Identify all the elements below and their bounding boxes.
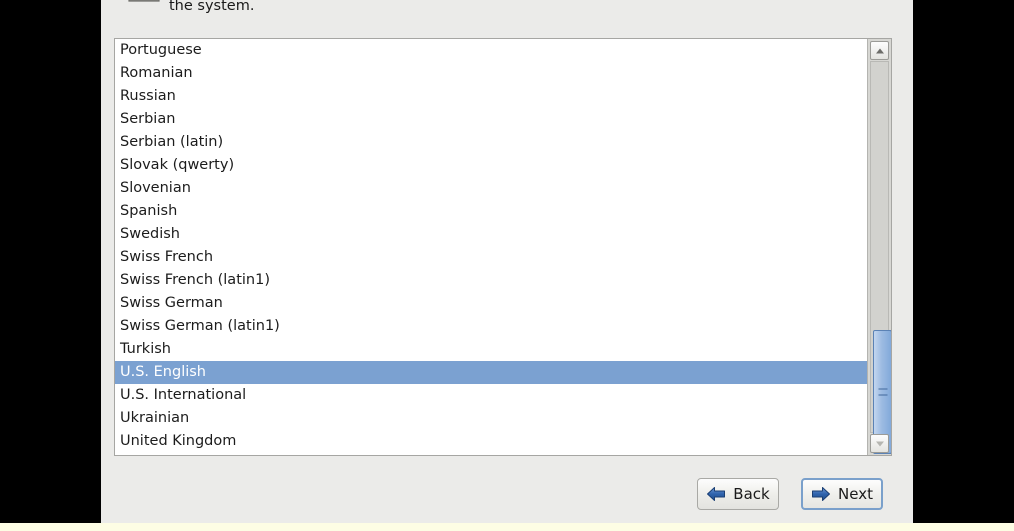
list-item[interactable]: Turkish: [115, 338, 869, 361]
list-item[interactable]: Serbian: [115, 108, 869, 131]
list-item[interactable]: Spanish: [115, 200, 869, 223]
list-item[interactable]: Russian: [115, 85, 869, 108]
arrow-left-icon: [707, 487, 726, 501]
header-description: the system.: [169, 0, 255, 14]
list-item[interactable]: U.S. International: [115, 384, 869, 407]
next-button[interactable]: Next: [801, 478, 883, 510]
list-item[interactable]: United Kingdom: [115, 430, 869, 453]
list-item[interactable]: Slovenian: [115, 177, 869, 200]
list-scrollbar[interactable]: [867, 39, 891, 455]
list-item[interactable]: Swiss German (latin1): [115, 315, 869, 338]
back-button-label: Back: [733, 484, 770, 503]
scrollbar-track[interactable]: [870, 61, 891, 454]
scroll-down-button[interactable]: [870, 434, 889, 453]
list-item[interactable]: Swiss German: [115, 292, 869, 315]
list-item[interactable]: Swiss French: [115, 246, 869, 269]
list-item[interactable]: Portuguese: [115, 39, 869, 62]
list-item[interactable]: Serbian (latin): [115, 131, 869, 154]
grip-icon: [878, 388, 887, 396]
keyboard-icon: [119, 0, 163, 12]
next-button-label: Next: [838, 484, 873, 503]
list-item[interactable]: U.S. English: [115, 361, 869, 384]
screen: the system. Portuguese Romanian Russian Ser…: [0, 0, 1014, 531]
list-item[interactable]: Swiss French (latin1): [115, 269, 869, 292]
chevron-up-icon: [875, 48, 884, 53]
list-item[interactable]: Ukrainian: [115, 407, 869, 430]
installer-dialog: the system. Portuguese Romanian Russian Ser…: [101, 0, 913, 523]
bottom-strip: [0, 523, 1014, 531]
back-button[interactable]: Back: [697, 478, 779, 510]
header: the system.: [101, 0, 913, 30]
list-viewport[interactable]: Portuguese Romanian Russian Serbian Serbian …: [115, 39, 869, 455]
scroll-up-button[interactable]: [870, 41, 889, 60]
list-item[interactable]: Slovak (qwerty): [115, 154, 869, 177]
arrow-right-icon: [812, 487, 831, 501]
footer: Back Next: [101, 470, 913, 523]
list-item[interactable]: Romanian: [115, 62, 869, 85]
list-item[interactable]: Swedish: [115, 223, 869, 246]
chevron-down-icon: [875, 441, 884, 446]
keyboard-layout-listbox[interactable]: Portuguese Romanian Russian Serbian Serbian …: [114, 38, 892, 456]
